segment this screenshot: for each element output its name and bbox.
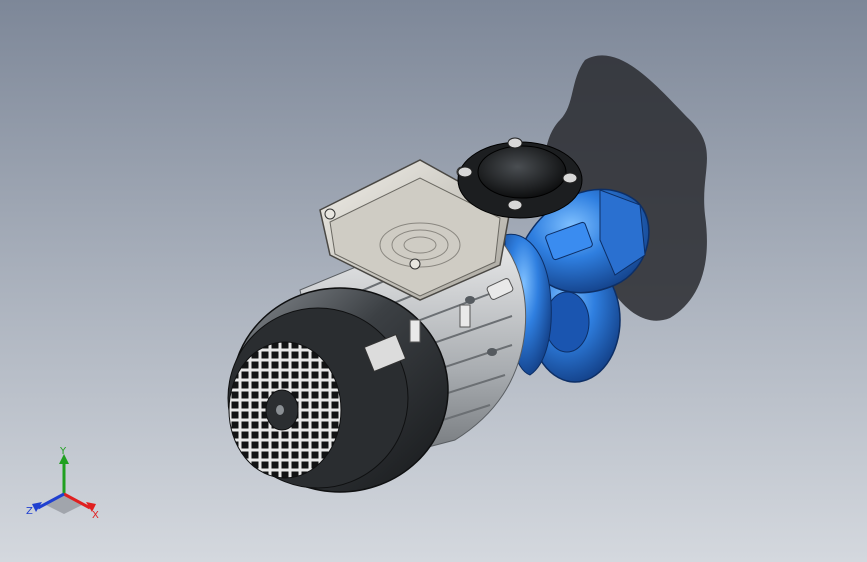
z-axis-label: Z	[26, 506, 33, 517]
3d-viewport[interactable]: Y X Z	[0, 0, 867, 562]
triad-base	[44, 494, 84, 514]
fan-cover[interactable]	[227, 287, 449, 493]
model-scene[interactable]	[0, 0, 867, 562]
y-axis-label: Y	[59, 446, 67, 457]
x-axis-label: X	[92, 510, 99, 521]
axis-triad: Y X Z	[22, 446, 112, 526]
